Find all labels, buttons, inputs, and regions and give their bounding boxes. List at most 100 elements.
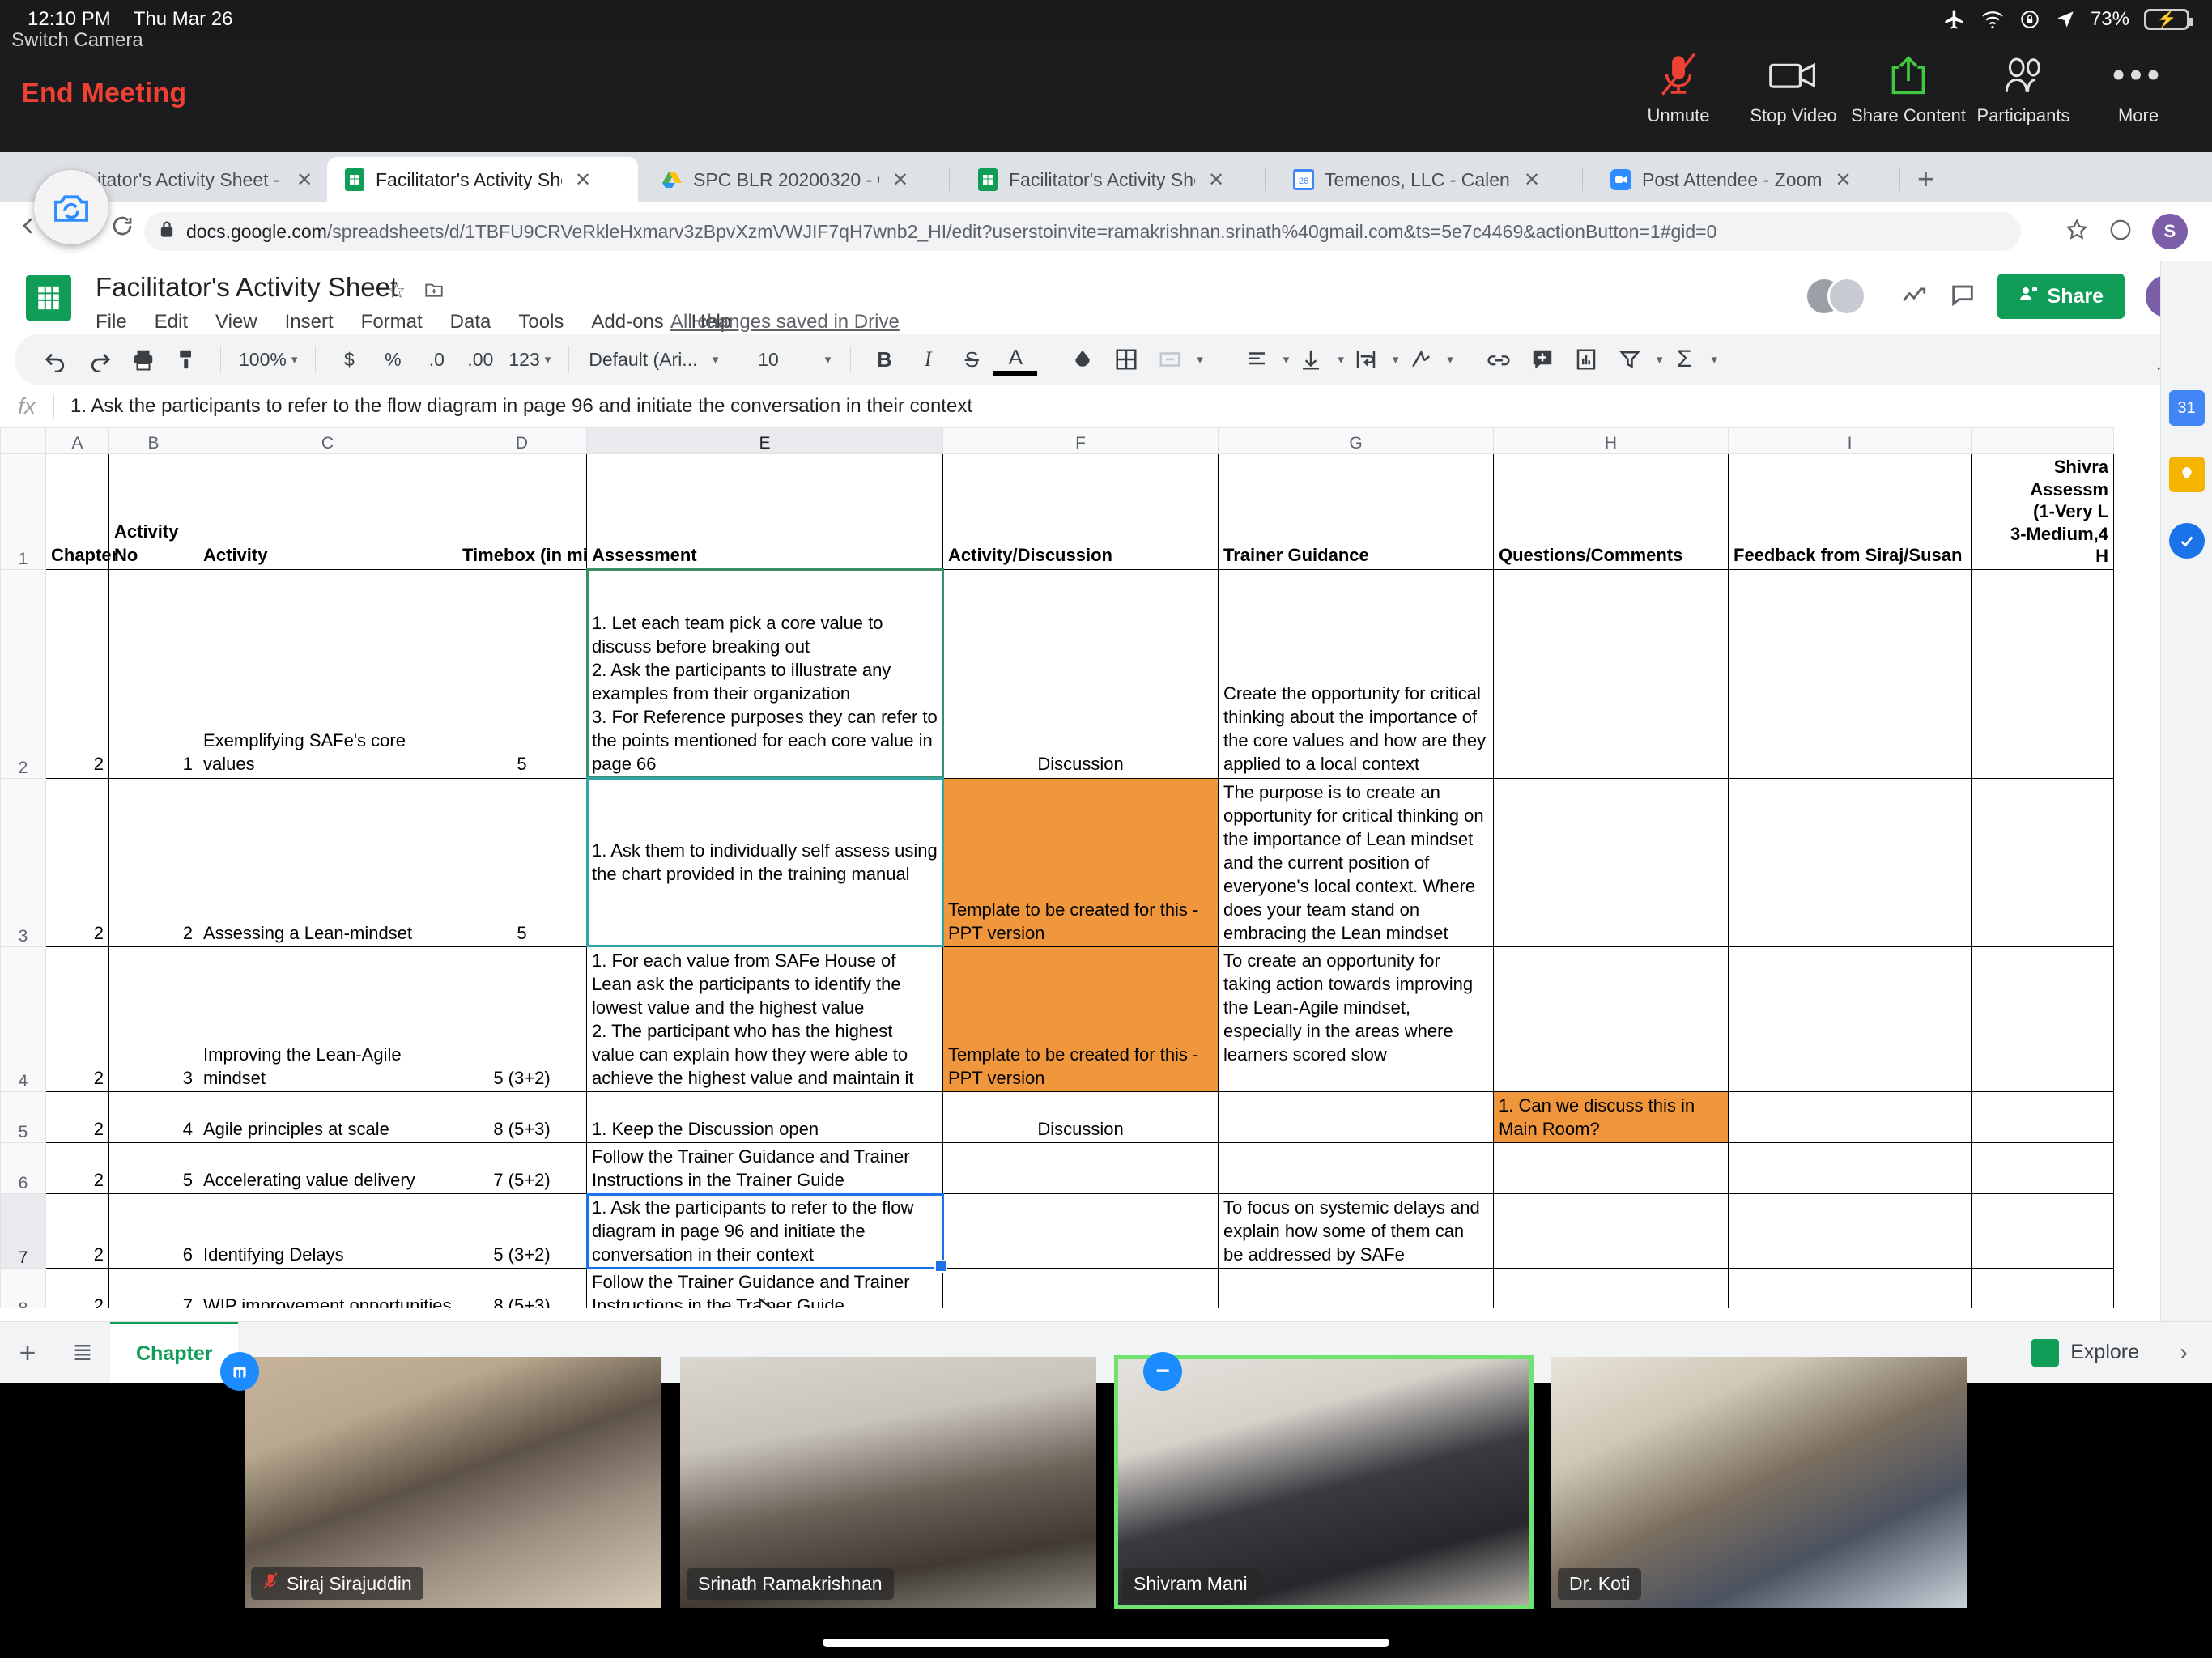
explore-button[interactable]: Explore: [2031, 1338, 2139, 1367]
cell-F3[interactable]: Template to be created for this - PPT ve…: [942, 777, 1219, 947]
collaborator-avatar-2[interactable]: [1827, 277, 1866, 316]
add-sheet-button[interactable]: +: [0, 1336, 55, 1370]
cell-A4[interactable]: 2: [45, 946, 109, 1092]
activity-chart-icon[interactable]: [1900, 281, 1928, 312]
cell-C6[interactable]: Accelerating value delivery: [198, 1141, 457, 1195]
cell-G7[interactable]: To focus on systemic delays and explain …: [1218, 1193, 1494, 1269]
more-formats-button[interactable]: 123 ▾: [502, 338, 557, 381]
cell-I5[interactable]: [1728, 1090, 1972, 1143]
cell-B3[interactable]: 2: [108, 777, 198, 947]
column-header-D[interactable]: D: [457, 427, 587, 454]
fill-color-icon[interactable]: [1061, 338, 1104, 381]
end-meeting-button[interactable]: End Meeting: [21, 78, 186, 109]
column-header-C[interactable]: C: [198, 427, 457, 454]
text-rotation-icon[interactable]: [1398, 338, 1442, 381]
cell-G3[interactable]: The purpose is to create an opportunity …: [1218, 777, 1494, 947]
meeting-info-button[interactable]: [220, 1352, 259, 1391]
cell-D2[interactable]: 5: [457, 568, 587, 779]
tab-close-icon[interactable]: ✕: [296, 168, 313, 192]
cell-J6[interactable]: [1971, 1141, 2114, 1195]
share-button[interactable]: Share: [1997, 274, 2125, 319]
cell-A7[interactable]: 2: [45, 1193, 109, 1269]
text-wrap-icon[interactable]: [1344, 338, 1388, 381]
cell-C1[interactable]: Activity: [198, 453, 457, 570]
font-size-selector[interactable]: 10 ▾: [750, 338, 839, 381]
text-color-button[interactable]: A: [993, 343, 1038, 376]
browser-tab-1[interactable]: Facilitator's Activity Sheet - Gc ✕: [327, 157, 638, 202]
cell-H8[interactable]: [1493, 1268, 1729, 1308]
menu-addons[interactable]: Add-ons: [591, 311, 663, 334]
cell-H7[interactable]: [1493, 1193, 1729, 1269]
cell-A5[interactable]: 2: [45, 1090, 109, 1143]
url-bar[interactable]: docs.google.com/spreadsheets/d/1TBFU9CRV…: [144, 212, 2021, 251]
cell-A3[interactable]: 2: [45, 777, 109, 947]
cell-D8[interactable]: 8 (5+3): [457, 1268, 587, 1308]
tab-close-icon[interactable]: ✕: [575, 168, 591, 192]
browser-tab-3[interactable]: Facilitator's Activity Sheet - Gc ✕: [960, 157, 1258, 202]
cell-D3[interactable]: 5: [457, 777, 587, 947]
video-tile-1[interactable]: Srinath Ramakrishnan: [680, 1357, 1096, 1608]
row-header-2[interactable]: 2: [0, 568, 46, 779]
insert-comment-icon[interactable]: [1521, 338, 1564, 381]
cell-J5[interactable]: [1971, 1090, 2114, 1143]
cell-J4[interactable]: [1971, 946, 2114, 1092]
cell-C7[interactable]: Identifying Delays: [198, 1193, 457, 1269]
percent-format-button[interactable]: %: [371, 338, 415, 381]
stop-video-button[interactable]: Stop Video: [1736, 50, 1851, 126]
column-header-H[interactable]: H: [1493, 427, 1729, 454]
merge-cells-icon[interactable]: [1148, 338, 1192, 381]
cell-G2[interactable]: Create the opportunity for critical thin…: [1218, 568, 1494, 779]
zoom-level-selector[interactable]: 100% ▾: [232, 338, 304, 381]
profile-avatar[interactable]: S: [2152, 214, 2188, 249]
unmute-button[interactable]: Unmute: [1621, 50, 1736, 126]
cell-B2[interactable]: 1: [108, 568, 198, 779]
cell-H6[interactable]: [1493, 1141, 1729, 1195]
tab-close-icon[interactable]: ✕: [1208, 168, 1224, 192]
functions-icon[interactable]: Σ: [1662, 338, 1706, 381]
cell-J7[interactable]: [1971, 1193, 2114, 1269]
cell-F7[interactable]: [942, 1193, 1219, 1269]
video-tile-2[interactable]: Shivram Mani: [1114, 1355, 1534, 1609]
cell-B4[interactable]: 3: [108, 946, 198, 1092]
row-header-8[interactable]: 8: [0, 1268, 46, 1308]
browser-tab-4[interactable]: 26 Temenos, LLC - Calendar - Thu ✕: [1276, 157, 1576, 202]
formula-bar[interactable]: fx 1. Ask the participants to refer to t…: [0, 385, 2212, 427]
cell-E5[interactable]: 1. Keep the Discussion open: [586, 1090, 943, 1143]
cell-D4[interactable]: 5 (3+2): [457, 946, 587, 1092]
undo-icon[interactable]: [34, 338, 78, 381]
cell-E3[interactable]: 1. Ask them to individually self assess …: [585, 776, 944, 948]
document-title[interactable]: Facilitator's Activity Sheet: [96, 272, 398, 303]
cell-F1[interactable]: Activity/Discussion: [942, 453, 1219, 570]
cell-I2[interactable]: [1728, 568, 1972, 779]
keep-app-icon[interactable]: [2168, 457, 2205, 492]
column-header-B[interactable]: B: [108, 427, 198, 454]
formula-input[interactable]: 1. Ask the participants to refer to the …: [54, 395, 972, 418]
minimize-video-button[interactable]: −: [1143, 1352, 1182, 1391]
cell-A8[interactable]: 2: [45, 1268, 109, 1308]
cell-C4[interactable]: Improving the Lean-Agile mindset: [198, 946, 457, 1092]
increase-decimal-button[interactable]: .00: [458, 338, 502, 381]
tab-close-icon[interactable]: ✕: [892, 168, 908, 192]
browser-tab-5[interactable]: Post Attendee - Zoom ✕: [1593, 157, 1893, 202]
star-icon[interactable]: ☆: [387, 278, 406, 305]
cell-J1[interactable]: Shivra Assessm (1-Very L 3-Medium,4 H: [1971, 453, 2114, 570]
menu-edit[interactable]: Edit: [155, 311, 188, 334]
row-header-5[interactable]: 5: [0, 1090, 46, 1143]
cell-E6[interactable]: Follow the Trainer Guidance and Trainer …: [586, 1141, 943, 1195]
cell-A2[interactable]: 2: [45, 568, 109, 779]
cell-H5[interactable]: 1. Can we discuss this in Main Room?: [1493, 1090, 1729, 1143]
cell-I1[interactable]: Feedback from Siraj/Susan: [1728, 453, 1972, 570]
italic-button[interactable]: I: [906, 338, 950, 381]
cell-J3[interactable]: [1971, 777, 2114, 947]
cell-C3[interactable]: Assessing a Lean-mindset: [198, 777, 457, 947]
browser-tab-2[interactable]: SPC BLR 20200320 - Google [ ✕: [644, 157, 942, 202]
cell-H3[interactable]: [1493, 777, 1729, 947]
cell-A1[interactable]: Chapter: [45, 453, 118, 570]
insert-link-icon[interactable]: [1477, 338, 1521, 381]
cell-F4[interactable]: Template to be created for this - PPT ve…: [942, 946, 1219, 1092]
menu-insert[interactable]: Insert: [285, 311, 334, 334]
cell-D6[interactable]: 7 (5+2): [457, 1141, 587, 1195]
spreadsheet-grid[interactable]: A B C D E F G H I 1 Chapter Activity No …: [0, 427, 2212, 1308]
menu-format[interactable]: Format: [361, 311, 423, 334]
column-header-G[interactable]: G: [1218, 427, 1494, 454]
